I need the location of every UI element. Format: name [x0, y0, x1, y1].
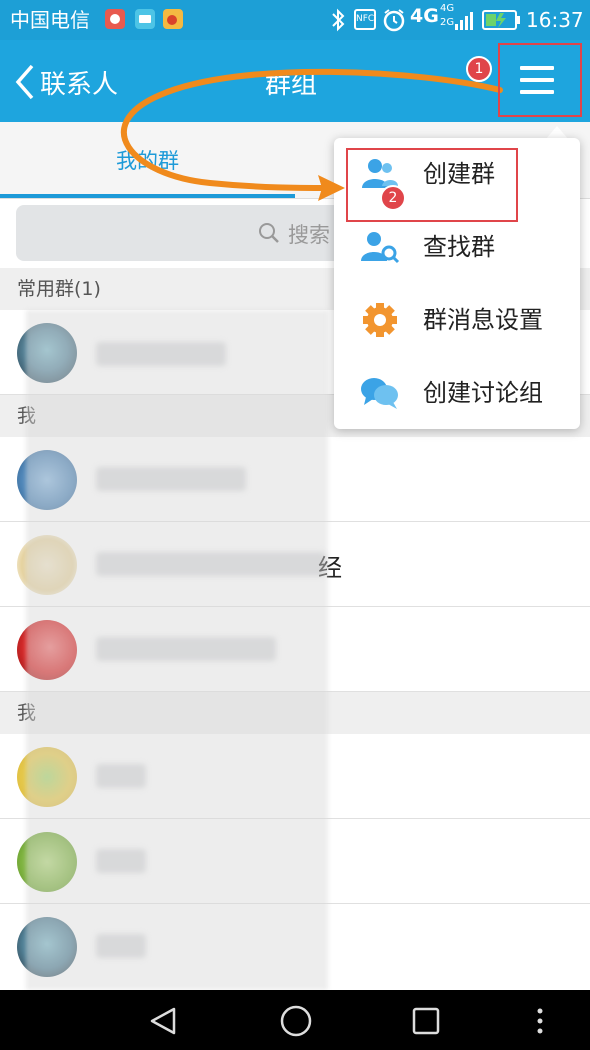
- search-icon: [259, 223, 279, 243]
- step-badge-1: 1: [466, 56, 492, 82]
- nfc-icon: NFC: [354, 9, 376, 30]
- battery-charging-icon: [482, 10, 520, 30]
- highlight-menu-button: [498, 43, 582, 117]
- back-chevron-icon: [15, 64, 34, 100]
- back-label: 联系人: [40, 70, 119, 100]
- chat-bubbles-icon: [361, 378, 398, 409]
- section-label: 常用群(1): [17, 278, 101, 300]
- highlight-create-group: [346, 148, 518, 222]
- network-small-top: 4G: [440, 3, 455, 14]
- bluetooth-icon: [332, 8, 345, 32]
- network-small-bottom: 2G: [440, 17, 455, 28]
- gear-icon: [363, 303, 397, 337]
- app-notification-icon: [105, 9, 125, 29]
- network-type-label: 4G: [410, 5, 439, 27]
- page-title: 群组: [265, 70, 318, 100]
- back-nav-icon[interactable]: [148, 1006, 178, 1036]
- signal-icon: [455, 12, 473, 30]
- weibo-notification-icon: [163, 9, 183, 29]
- message-notification-icon: [135, 9, 155, 29]
- alarm-icon: [383, 9, 405, 32]
- tab-indicator: [0, 194, 295, 198]
- privacy-blur-overlay: [26, 310, 328, 990]
- search-placeholder: 搜索: [288, 223, 330, 247]
- tab-label: 我的群: [116, 149, 179, 173]
- home-nav-icon[interactable]: [279, 1004, 313, 1038]
- menu-item-label: 群消息设置: [423, 306, 543, 334]
- step-badge-2: 2: [380, 185, 406, 211]
- navigation-bar: [0, 990, 590, 1050]
- menu-item-create-discussion[interactable]: 创建讨论组: [334, 357, 580, 429]
- menu-item-label: 创建讨论组: [423, 379, 543, 407]
- status-bar: 中国电信 NFC 4G 4G 2G 16:37: [0, 0, 590, 40]
- recent-apps-nav-icon[interactable]: [411, 1006, 441, 1036]
- carrier-label: 中国电信: [10, 8, 90, 32]
- clock: 16:37: [526, 8, 584, 32]
- tab-my-groups[interactable]: 我的群: [0, 122, 295, 198]
- menu-item-group-message-settings[interactable]: 群消息设置: [334, 284, 580, 356]
- find-group-icon: [361, 232, 400, 264]
- more-options-icon[interactable]: [534, 1006, 546, 1036]
